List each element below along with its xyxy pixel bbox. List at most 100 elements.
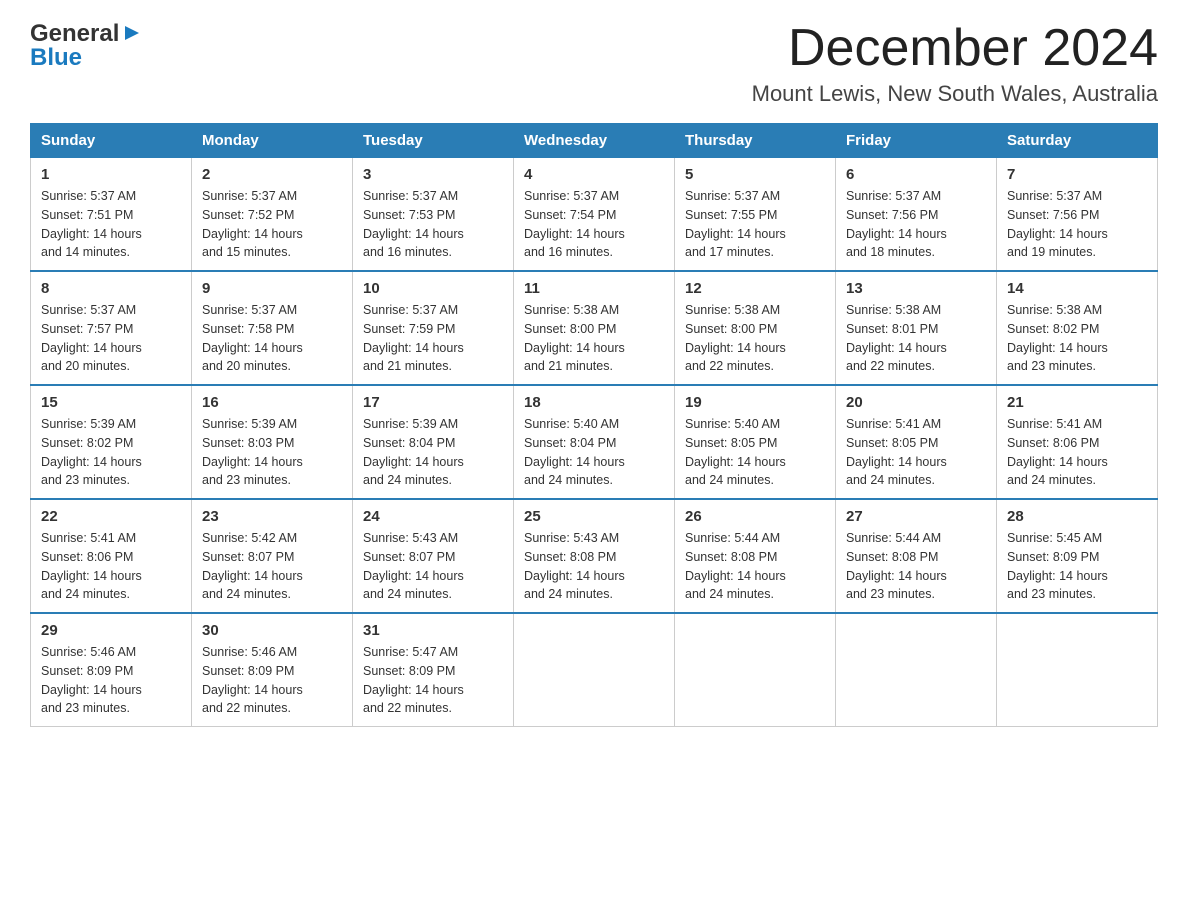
header-wednesday: Wednesday — [514, 124, 675, 158]
table-row — [514, 613, 675, 727]
page-header: General Blue December 2024 Mount Lewis, … — [30, 20, 1158, 107]
table-row: 20 Sunrise: 5:41 AM Sunset: 8:05 PM Dayl… — [836, 385, 997, 499]
table-row: 25 Sunrise: 5:43 AM Sunset: 8:08 PM Dayl… — [514, 499, 675, 613]
day-number: 17 — [363, 394, 503, 411]
day-number: 1 — [41, 166, 181, 183]
day-number: 28 — [1007, 508, 1147, 525]
table-row: 7 Sunrise: 5:37 AM Sunset: 7:56 PM Dayli… — [997, 158, 1158, 272]
day-info: Sunrise: 5:39 AM Sunset: 8:04 PM Dayligh… — [363, 415, 503, 490]
day-number: 6 — [846, 166, 986, 183]
table-row: 5 Sunrise: 5:37 AM Sunset: 7:55 PM Dayli… — [675, 158, 836, 272]
day-info: Sunrise: 5:37 AM Sunset: 7:54 PM Dayligh… — [524, 187, 664, 262]
day-number: 15 — [41, 394, 181, 411]
header-thursday: Thursday — [675, 124, 836, 158]
day-info: Sunrise: 5:40 AM Sunset: 8:04 PM Dayligh… — [524, 415, 664, 490]
table-row: 15 Sunrise: 5:39 AM Sunset: 8:02 PM Dayl… — [31, 385, 192, 499]
table-row: 6 Sunrise: 5:37 AM Sunset: 7:56 PM Dayli… — [836, 158, 997, 272]
day-number: 9 — [202, 280, 342, 297]
day-info: Sunrise: 5:37 AM Sunset: 7:58 PM Dayligh… — [202, 301, 342, 376]
day-info: Sunrise: 5:38 AM Sunset: 8:00 PM Dayligh… — [685, 301, 825, 376]
day-number: 20 — [846, 394, 986, 411]
day-info: Sunrise: 5:38 AM Sunset: 8:01 PM Dayligh… — [846, 301, 986, 376]
day-info: Sunrise: 5:38 AM Sunset: 8:02 PM Dayligh… — [1007, 301, 1147, 376]
table-row: 27 Sunrise: 5:44 AM Sunset: 8:08 PM Dayl… — [836, 499, 997, 613]
table-row: 14 Sunrise: 5:38 AM Sunset: 8:02 PM Dayl… — [997, 271, 1158, 385]
logo-blue-text: Blue — [30, 44, 82, 72]
table-row: 4 Sunrise: 5:37 AM Sunset: 7:54 PM Dayli… — [514, 158, 675, 272]
header-tuesday: Tuesday — [353, 124, 514, 158]
table-row: 19 Sunrise: 5:40 AM Sunset: 8:05 PM Dayl… — [675, 385, 836, 499]
header-saturday: Saturday — [997, 124, 1158, 158]
day-number: 8 — [41, 280, 181, 297]
table-row: 30 Sunrise: 5:46 AM Sunset: 8:09 PM Dayl… — [192, 613, 353, 727]
table-row: 9 Sunrise: 5:37 AM Sunset: 7:58 PM Dayli… — [192, 271, 353, 385]
day-info: Sunrise: 5:37 AM Sunset: 7:51 PM Dayligh… — [41, 187, 181, 262]
location-subtitle: Mount Lewis, New South Wales, Australia — [752, 81, 1158, 107]
day-info: Sunrise: 5:37 AM Sunset: 7:55 PM Dayligh… — [685, 187, 825, 262]
table-row: 12 Sunrise: 5:38 AM Sunset: 8:00 PM Dayl… — [675, 271, 836, 385]
calendar-week-1: 1 Sunrise: 5:37 AM Sunset: 7:51 PM Dayli… — [31, 158, 1158, 272]
calendar-week-4: 22 Sunrise: 5:41 AM Sunset: 8:06 PM Dayl… — [31, 499, 1158, 613]
header-sunday: Sunday — [31, 124, 192, 158]
calendar-week-3: 15 Sunrise: 5:39 AM Sunset: 8:02 PM Dayl… — [31, 385, 1158, 499]
day-info: Sunrise: 5:40 AM Sunset: 8:05 PM Dayligh… — [685, 415, 825, 490]
day-number: 16 — [202, 394, 342, 411]
table-row: 10 Sunrise: 5:37 AM Sunset: 7:59 PM Dayl… — [353, 271, 514, 385]
day-number: 3 — [363, 166, 503, 183]
day-number: 2 — [202, 166, 342, 183]
day-number: 24 — [363, 508, 503, 525]
day-number: 25 — [524, 508, 664, 525]
day-info: Sunrise: 5:44 AM Sunset: 8:08 PM Dayligh… — [846, 529, 986, 604]
day-number: 11 — [524, 280, 664, 297]
day-info: Sunrise: 5:46 AM Sunset: 8:09 PM Dayligh… — [202, 643, 342, 718]
day-number: 7 — [1007, 166, 1147, 183]
header-friday: Friday — [836, 124, 997, 158]
table-row: 1 Sunrise: 5:37 AM Sunset: 7:51 PM Dayli… — [31, 158, 192, 272]
table-row — [997, 613, 1158, 727]
table-row: 18 Sunrise: 5:40 AM Sunset: 8:04 PM Dayl… — [514, 385, 675, 499]
table-row: 2 Sunrise: 5:37 AM Sunset: 7:52 PM Dayli… — [192, 158, 353, 272]
day-number: 14 — [1007, 280, 1147, 297]
day-number: 22 — [41, 508, 181, 525]
logo-arrow-icon — [121, 22, 143, 44]
day-info: Sunrise: 5:41 AM Sunset: 8:06 PM Dayligh… — [1007, 415, 1147, 490]
table-row: 8 Sunrise: 5:37 AM Sunset: 7:57 PM Dayli… — [31, 271, 192, 385]
day-info: Sunrise: 5:45 AM Sunset: 8:09 PM Dayligh… — [1007, 529, 1147, 604]
day-info: Sunrise: 5:43 AM Sunset: 8:08 PM Dayligh… — [524, 529, 664, 604]
table-row: 23 Sunrise: 5:42 AM Sunset: 8:07 PM Dayl… — [192, 499, 353, 613]
day-number: 4 — [524, 166, 664, 183]
day-info: Sunrise: 5:37 AM Sunset: 7:56 PM Dayligh… — [846, 187, 986, 262]
table-row: 3 Sunrise: 5:37 AM Sunset: 7:53 PM Dayli… — [353, 158, 514, 272]
day-number: 13 — [846, 280, 986, 297]
day-number: 31 — [363, 622, 503, 639]
day-info: Sunrise: 5:39 AM Sunset: 8:03 PM Dayligh… — [202, 415, 342, 490]
day-info: Sunrise: 5:46 AM Sunset: 8:09 PM Dayligh… — [41, 643, 181, 718]
day-number: 12 — [685, 280, 825, 297]
calendar-week-2: 8 Sunrise: 5:37 AM Sunset: 7:57 PM Dayli… — [31, 271, 1158, 385]
table-row: 24 Sunrise: 5:43 AM Sunset: 8:07 PM Dayl… — [353, 499, 514, 613]
table-row: 11 Sunrise: 5:38 AM Sunset: 8:00 PM Dayl… — [514, 271, 675, 385]
day-info: Sunrise: 5:38 AM Sunset: 8:00 PM Dayligh… — [524, 301, 664, 376]
day-info: Sunrise: 5:37 AM Sunset: 7:57 PM Dayligh… — [41, 301, 181, 376]
day-number: 29 — [41, 622, 181, 639]
month-title: December 2024 — [752, 20, 1158, 77]
day-info: Sunrise: 5:37 AM Sunset: 7:59 PM Dayligh… — [363, 301, 503, 376]
calendar-week-5: 29 Sunrise: 5:46 AM Sunset: 8:09 PM Dayl… — [31, 613, 1158, 727]
logo: General Blue — [30, 20, 143, 72]
day-info: Sunrise: 5:41 AM Sunset: 8:05 PM Dayligh… — [846, 415, 986, 490]
day-number: 18 — [524, 394, 664, 411]
calendar-table: Sunday Monday Tuesday Wednesday Thursday… — [30, 123, 1158, 727]
day-info: Sunrise: 5:42 AM Sunset: 8:07 PM Dayligh… — [202, 529, 342, 604]
day-number: 23 — [202, 508, 342, 525]
table-row — [836, 613, 997, 727]
day-info: Sunrise: 5:41 AM Sunset: 8:06 PM Dayligh… — [41, 529, 181, 604]
day-info: Sunrise: 5:37 AM Sunset: 7:52 PM Dayligh… — [202, 187, 342, 262]
table-row: 31 Sunrise: 5:47 AM Sunset: 8:09 PM Dayl… — [353, 613, 514, 727]
table-row: 17 Sunrise: 5:39 AM Sunset: 8:04 PM Dayl… — [353, 385, 514, 499]
day-number: 10 — [363, 280, 503, 297]
table-row: 22 Sunrise: 5:41 AM Sunset: 8:06 PM Dayl… — [31, 499, 192, 613]
table-row: 28 Sunrise: 5:45 AM Sunset: 8:09 PM Dayl… — [997, 499, 1158, 613]
day-number: 5 — [685, 166, 825, 183]
table-row: 13 Sunrise: 5:38 AM Sunset: 8:01 PM Dayl… — [836, 271, 997, 385]
day-info: Sunrise: 5:37 AM Sunset: 7:53 PM Dayligh… — [363, 187, 503, 262]
